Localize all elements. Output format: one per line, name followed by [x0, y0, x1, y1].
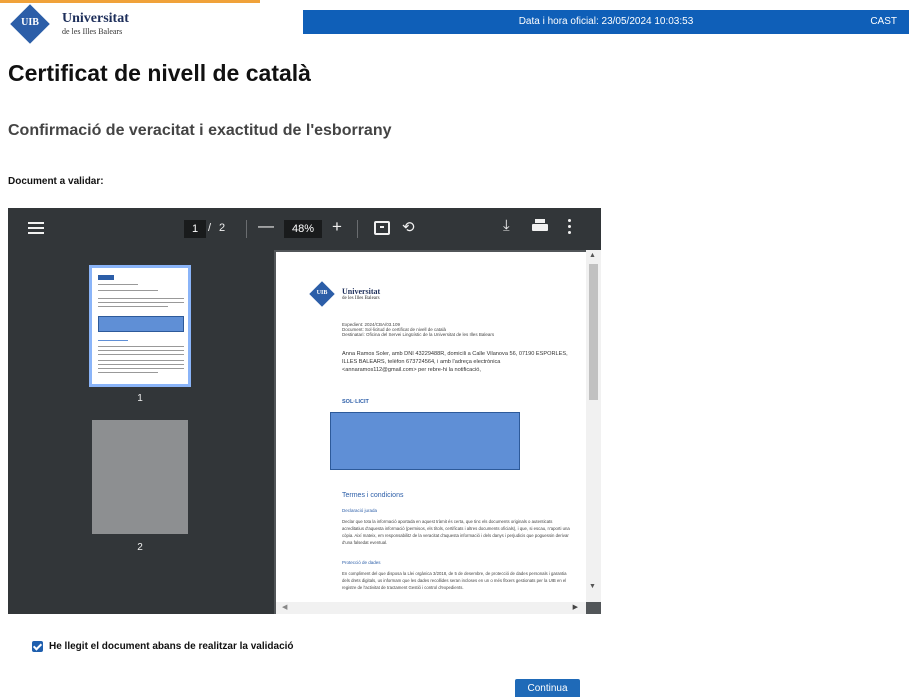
document-label: Document a validar:	[8, 176, 104, 187]
doc-university-name: Universitat de les Illes Balears	[342, 287, 381, 302]
toolbar-divider	[357, 220, 358, 238]
pdf-viewer: 1 / 2 — 48% + ⟲ ⤓ 1 2 UIB Universitat de…	[8, 208, 601, 614]
doc-section-declaration: Declaració jurada	[342, 508, 378, 513]
page-number-input[interactable]: 1	[184, 220, 206, 238]
pdf-toolbar: 1 / 2 — 48% + ⟲ ⤓	[8, 208, 601, 250]
page-separator: /	[208, 222, 212, 234]
read-confirmation-label: He llegit el document abans de realitzar…	[49, 641, 294, 652]
continue-button[interactable]: Continua	[515, 679, 580, 697]
doc-redacted-box	[330, 412, 520, 470]
thumbnail-sidebar: 1 2	[8, 250, 274, 614]
doc-sollicit: SOL·LICIT	[342, 399, 369, 405]
horizontal-scrollbar[interactable]: ◀ ▶	[276, 602, 586, 614]
document-page: UIB Universitat de les Illes Balears Exp…	[276, 252, 586, 604]
menu-icon[interactable]	[28, 222, 44, 236]
uib-badge-icon: UIB	[8, 4, 52, 44]
thumbnail-label-2: 2	[137, 542, 143, 553]
doc-body: Anna Ramos Soler, amb DNI 43229488R, dom…	[342, 351, 568, 373]
doc-paragraph-1: Declar que tota la informació aportada e…	[342, 519, 570, 545]
doc-uib-logo-icon: UIB	[309, 281, 336, 307]
vertical-scrollbar[interactable]: ▲ ▼	[586, 250, 601, 602]
university-name: Universitat	[62, 11, 129, 26]
print-icon[interactable]	[532, 219, 548, 233]
doc-meta: Expedient: 2024/CBA/03.109 Document: Sol…	[342, 322, 495, 337]
doc-section-data-protection: Protecció de dades	[342, 560, 381, 565]
toolbar-divider	[246, 220, 247, 238]
doc-paragraph-2: En compliment del que disposa la Llei or…	[342, 571, 567, 590]
zoom-out-icon[interactable]: —	[258, 218, 274, 236]
language-switch-cast[interactable]: CAST	[870, 16, 897, 27]
zoom-input[interactable]: 48%	[284, 220, 322, 238]
page-total: 2	[219, 222, 226, 234]
read-confirmation[interactable]: He llegit el document abans de realitzar…	[32, 641, 294, 652]
thumbnail-page-2[interactable]	[92, 420, 188, 534]
accent-line	[0, 0, 260, 3]
doc-terms-title: Termes i condicions	[342, 492, 404, 499]
page-subtitle: Confirmació de veracitat i exactitud de …	[8, 122, 392, 139]
thumbnail-page-1[interactable]	[89, 265, 191, 387]
page-title: Certificat de nivell de català	[8, 60, 311, 86]
zoom-in-icon[interactable]: +	[332, 217, 342, 237]
rotate-icon[interactable]: ⟲	[402, 218, 415, 236]
document-page-area[interactable]: UIB Universitat de les Illes Balears Exp…	[274, 250, 601, 614]
download-icon[interactable]: ⤓	[503, 217, 510, 234]
university-subtitle: de les Illes Balears	[62, 27, 123, 36]
read-confirmation-checkbox[interactable]	[32, 641, 43, 652]
top-bar: Data i hora oficial: 23/05/2024 10:03:53…	[303, 10, 909, 34]
uib-logo[interactable]: UIB Universitat de les Illes Balears	[8, 4, 208, 44]
fit-page-icon[interactable]	[374, 221, 390, 235]
more-options-icon[interactable]	[568, 219, 572, 235]
thumbnail-label-1: 1	[137, 393, 143, 404]
official-datetime: Data i hora oficial: 23/05/2024 10:03:53	[518, 16, 694, 27]
